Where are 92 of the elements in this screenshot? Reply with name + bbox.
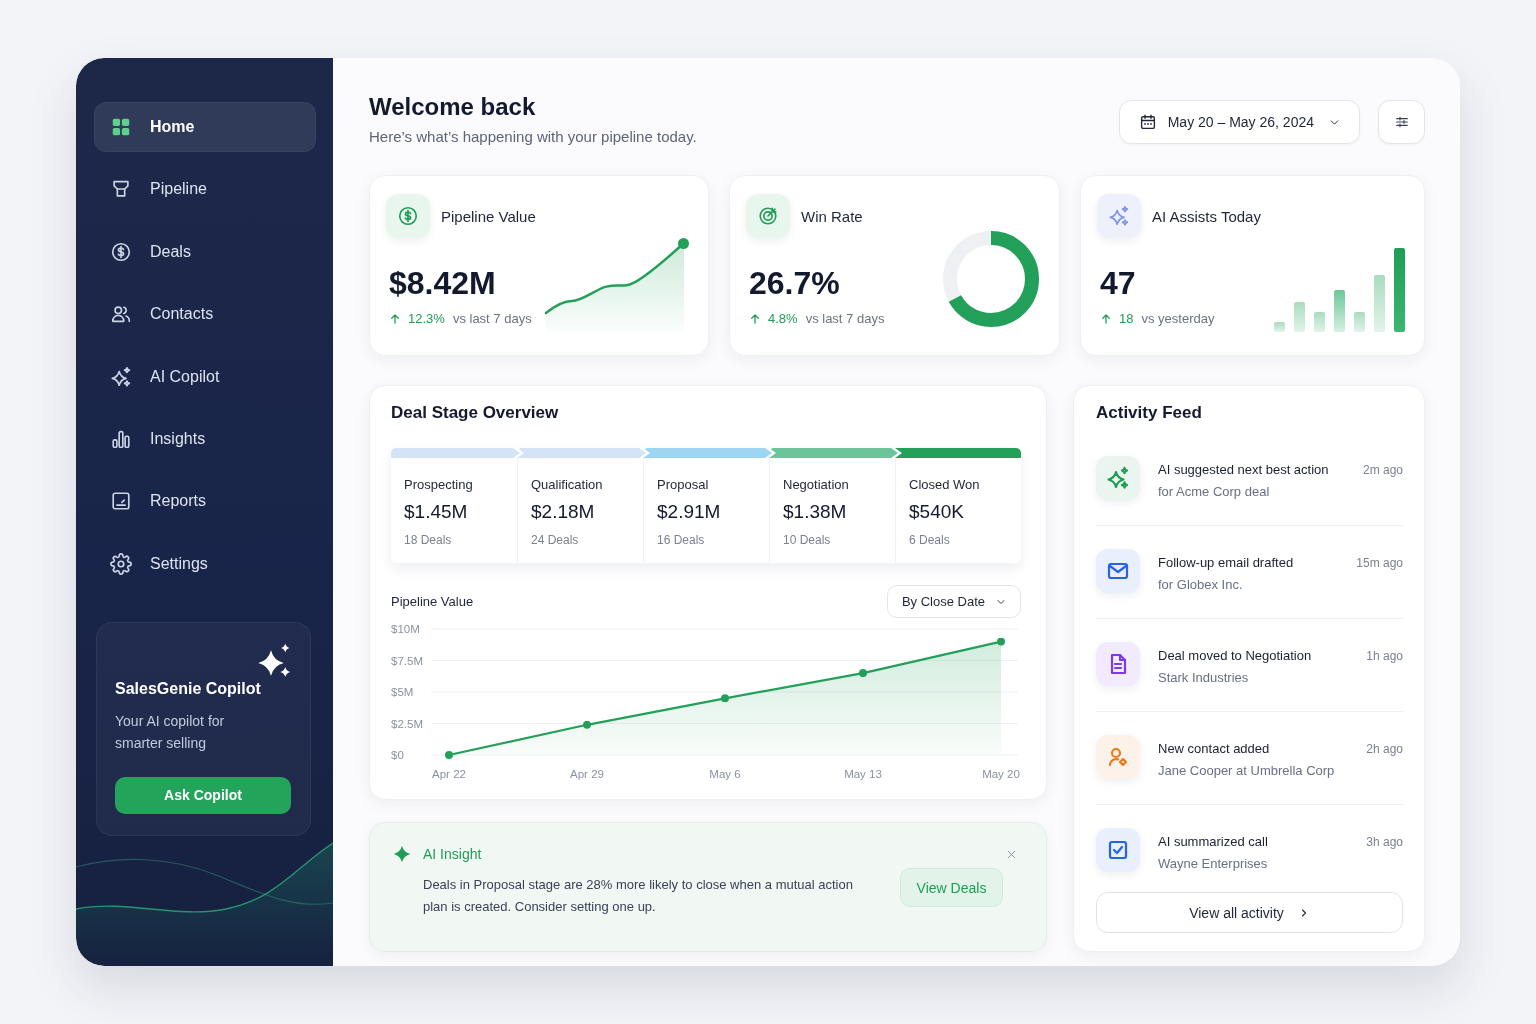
activity-detail: for Globex Inc. [1158,576,1244,594]
comparison-label: vs yesterday [1141,310,1215,328]
filter-button[interactable] [1378,100,1425,144]
insight-title: AI Insight [423,845,483,864]
copilot-description: Your AI copilot for smarter selling [115,711,226,753]
axis-label: $7.5M [391,654,423,667]
stage-name: Closed Won [909,476,981,494]
sparkles-icon [1096,456,1140,500]
nav-item[interactable]: Deals [94,226,316,277]
sliders-icon [1393,114,1410,130]
nav-item[interactable]: Pipeline [94,164,316,215]
activity-detail: Jane Cooper at Umbrella Corp [1158,762,1336,780]
stage-value: $2.18M [531,500,596,524]
activity-time: 2m ago [1362,462,1403,479]
stage-value: $2.91M [657,500,722,524]
dollar-icon [110,240,132,263]
nav-item[interactable]: Reports [94,476,316,527]
section-title: Activity Feed [1096,402,1203,424]
document-icon [1096,642,1140,686]
nav-item[interactable]: Home [94,102,316,152]
sparkles-icon [1097,194,1141,238]
activity-title: Deal moved to Negotiation [1158,647,1313,665]
stat-label: AI Assists Today [1152,207,1261,225]
stage-deal-count: 24 Deals [531,532,580,548]
user-add-icon [1096,735,1140,779]
insight-text: Deals in Proposal stage are 28% more likely to close when a mutual action plan is created. Consider setting one up. [423,876,854,916]
activity-detail: Wayne Enterprises [1158,855,1269,873]
activity-time: 15m ago [1356,555,1403,572]
chart-title: Pipeline Value [391,594,474,609]
activity-time: 2h ago [1366,741,1403,758]
change-value: 18 [1119,310,1134,328]
activity-title: Follow-up email drafted [1158,554,1295,572]
sort-dropdown[interactable]: By Close Date [886,585,1021,618]
nav-item[interactable]: Settings [94,538,316,589]
axis-label: May 13 [844,768,882,780]
stage-deal-count: 16 Deals [657,532,706,548]
activity-detail: for Acme Corp deal [1158,483,1271,501]
stage-value: $1.45M [404,500,469,524]
axis-label: $0 [391,749,404,761]
dollar-icon [386,194,430,238]
stage-deal-count: 6 Deals [909,532,951,548]
arrow-up-icon [389,313,401,325]
comparison-label: vs last 7 days [452,310,532,328]
copilot-title: SalesGenie Copilot [115,678,262,699]
report-icon [110,490,132,513]
stage-name: Proposal [657,476,710,494]
axis-label: May 20 [982,768,1020,780]
date-range-picker[interactable]: May 20 – May 26, 2024 [1118,100,1360,144]
axis-label: $2.5M [391,717,423,730]
calendar-icon [1138,113,1157,131]
change-value: 12.3% [408,310,445,328]
page-subtitle: Here’s what’s happening with your pipeline today. [369,127,697,147]
sparkle-icon [393,845,411,863]
settings-icon [110,552,132,575]
stat-label: Pipeline Value [441,207,536,225]
activity-time: 1h ago [1366,648,1403,665]
stat-value: $8.42M [388,265,497,301]
stage-name: Qualification [531,476,604,494]
nav-item[interactable]: Contacts [94,289,316,340]
checkbox-icon [1096,828,1140,872]
stat-value: 26.7% [748,265,841,301]
activity-time: 3h ago [1366,834,1403,851]
axis-label: Apr 29 [570,768,604,780]
grid-icon [110,116,132,138]
stage-name: Negotiation [783,476,850,494]
arrow-up-icon [1100,313,1112,325]
stat-label: Win Rate [801,207,863,225]
axis-label: Apr 22 [432,768,466,780]
change-value: 4.8% [768,310,798,328]
arrow-up-icon [749,313,761,325]
nav-item[interactable]: AI Copilot [94,351,316,402]
page-title: Welcome back [369,92,537,122]
stage-value: $1.38M [783,500,848,524]
comparison-label: vs last 7 days [805,310,885,328]
target-icon [746,194,790,238]
activity-title: New contact added [1158,740,1271,758]
stage-name: Prospecting [404,476,474,494]
stat-value: 47 [1099,265,1137,301]
nav-item[interactable]: Insights [94,413,316,464]
stage-value: $540K [909,500,965,524]
axis-label: $10M [391,623,420,635]
activity-title: AI summarized call [1158,833,1269,851]
stage-deal-count: 18 Deals [404,532,453,548]
axis-label: $5M [391,686,414,698]
mail-icon [1096,549,1140,593]
axis-label: May 6 [709,768,741,780]
section-title: Deal Stage Overview [391,402,560,424]
activity-detail: Stark Industries [1158,669,1250,687]
sparkles-icon [110,365,132,388]
stage-deal-count: 10 Deals [783,532,832,548]
view-all-button[interactable]: View all activity [1096,892,1403,933]
activity-title: AI suggested next best action [1158,461,1330,479]
